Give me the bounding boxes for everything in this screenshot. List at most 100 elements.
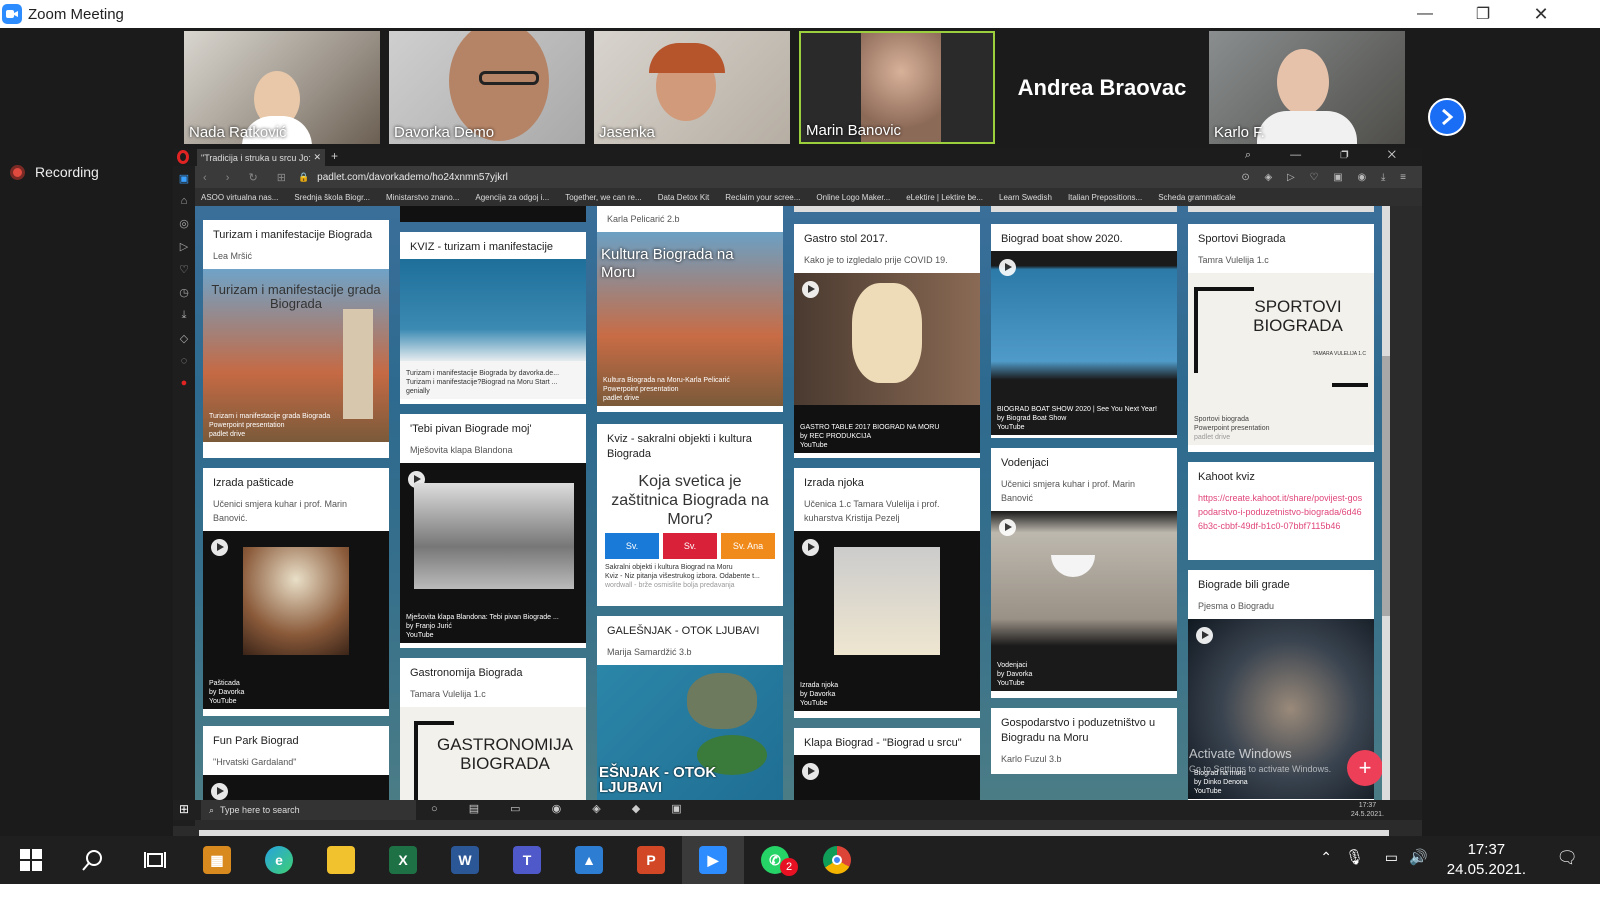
- search-box[interactable]: ⌕ Type here to search: [201, 800, 416, 820]
- new-tab-icon[interactable]: +: [331, 149, 338, 163]
- post-media[interactable]: BIOGRAD BOAT SHOW 2020 | See You Next Ye…: [991, 251, 1177, 435]
- post-card[interactable]: Klapa Biograd - "Biograd u srcu": [794, 728, 980, 806]
- teams-app[interactable]: T: [496, 836, 558, 884]
- post-card[interactable]: Kahoot kviz https://create.kahoot.it/sha…: [1188, 462, 1374, 560]
- add-post-button[interactable]: +: [1347, 750, 1383, 786]
- post-card[interactable]: Kviz - sakralni objekti i kultura Biogra…: [597, 424, 783, 606]
- post-card[interactable]: Izrada njoka Učenica 1.c Tamara Vulelija…: [794, 468, 980, 718]
- url-text[interactable]: padlet.com/davorkademo/ho24xnmn57yjkrl: [317, 172, 508, 183]
- play-icon[interactable]: [999, 259, 1016, 276]
- bookmark[interactable]: Scheda grammaticale: [1158, 193, 1235, 202]
- photos-app[interactable]: ▲: [558, 836, 620, 884]
- post-media[interactable]: Izrada njoka by Davorka YouTube: [794, 531, 980, 711]
- post-card[interactable]: Gastro stol 2017. Kako je to izgledalo p…: [794, 224, 980, 458]
- post-media[interactable]: Turizam i manifestacije grada Biograda T…: [203, 269, 389, 442]
- whatsapp-icon[interactable]: ◎: [179, 217, 189, 230]
- post-media[interactable]: [794, 755, 980, 806]
- history-icon[interactable]: ◷: [179, 286, 189, 299]
- taskbar-app-icons[interactable]: ○ ▤ ▭ ◉ ◈ ◆ ▣: [431, 802, 696, 815]
- next-participants-button[interactable]: [1428, 98, 1466, 136]
- post-card[interactable]: Gospodarstvo i poduzetništvo u Biogradu …: [991, 708, 1177, 774]
- volume-icon[interactable]: 🔊: [1409, 848, 1428, 866]
- close-button[interactable]: ✕: [1512, 0, 1570, 28]
- post-media[interactable]: Pašticada by Davorka YouTube: [203, 531, 389, 709]
- post-media[interactable]: SPORTOVI BIOGRADA TAMARA VULELIJA 1.C Sp…: [1188, 273, 1374, 445]
- post-card[interactable]: GALEŠNJAK - OTOK LJUBAVI Marija Samardži…: [597, 616, 783, 806]
- post-card-partial[interactable]: [991, 206, 1177, 212]
- bookmark[interactable]: Agencija za odgoj i...: [475, 193, 549, 202]
- post-media[interactable]: GASTRO TABLE 2017 BIOGRAD NA MORU by REC …: [794, 273, 980, 453]
- post-media[interactable]: Vodenjaci by Davorka YouTube: [991, 511, 1177, 691]
- file-explorer-app[interactable]: [310, 836, 372, 884]
- bookmark[interactable]: Italian Prepositions...: [1068, 193, 1142, 202]
- post-card-partial[interactable]: [400, 206, 586, 222]
- post-card-partial[interactable]: [1188, 206, 1374, 212]
- play-icon[interactable]: [1196, 627, 1213, 644]
- record-icon[interactable]: ●: [181, 377, 188, 389]
- bookmark[interactable]: Reclaim your scree...: [725, 193, 800, 202]
- battery-icon[interactable]: ▭: [1385, 849, 1398, 866]
- post-card-partial[interactable]: [794, 206, 980, 212]
- zoom-app[interactable]: ▶: [682, 836, 744, 884]
- microphone-icon[interactable]: 🎙: [1345, 848, 1364, 866]
- send-icon[interactable]: ▷: [180, 240, 188, 253]
- tab-close-icon[interactable]: ✕: [313, 152, 321, 163]
- browser-window-controls[interactable]: ⌕ — ❐ ✕: [1245, 149, 1414, 162]
- windows-start-icon[interactable]: ⊞: [179, 802, 189, 816]
- word-app[interactable]: W: [434, 836, 496, 884]
- bookmark[interactable]: Online Logo Maker...: [816, 193, 890, 202]
- post-media[interactable]: GASTRONOMIJA BIOGRADA: [400, 707, 586, 806]
- bookmark[interactable]: Data Detox Kit: [658, 193, 710, 202]
- play-icon[interactable]: [211, 783, 228, 800]
- bookmark[interactable]: Together, we can re...: [565, 193, 642, 202]
- browser-tab[interactable]: "Tradicija i struka u srcu Jo: ✕: [197, 149, 325, 166]
- system-clock[interactable]: 17:37 24.05.2021.: [1447, 840, 1526, 880]
- store-app[interactable]: ▦: [186, 836, 248, 884]
- play-icon[interactable]: [802, 539, 819, 556]
- bookmark[interactable]: Ministarstvo znano...: [386, 193, 459, 202]
- participant-tile[interactable]: Andrea Braovac: [1004, 31, 1200, 144]
- participant-tile[interactable]: Karlo F.: [1209, 31, 1405, 144]
- post-media[interactable]: Turizam i manifestacije Biograda by davo…: [400, 259, 586, 399]
- notifications-icon[interactable]: 🗨: [1556, 848, 1578, 868]
- post-media[interactable]: EŠNJAK - OTOK LJUBAVI: [597, 665, 783, 806]
- tray-chevron-up-icon[interactable]: ⌃: [1320, 849, 1332, 866]
- post-card[interactable]: 'Tebi pivan Biograde moj' Mješovita klap…: [400, 414, 586, 648]
- heart-icon[interactable]: ♡: [179, 263, 189, 276]
- post-card[interactable]: Vodenjaci Učenici smjera kuhar i prof. M…: [991, 448, 1177, 698]
- post-card[interactable]: Sportovi Biograda Tamra Vulelija 1.c SPO…: [1188, 224, 1374, 452]
- maximize-button[interactable]: ❐: [1454, 0, 1512, 28]
- bookmark[interactable]: Srednja škola Biogr...: [294, 193, 370, 202]
- messenger-icon[interactable]: ▣: [179, 172, 189, 185]
- play-icon[interactable]: [211, 539, 228, 556]
- post-card[interactable]: Fun Park Biograd "Hrvatski Gardaland": [203, 726, 389, 806]
- start-button[interactable]: [0, 836, 62, 884]
- bookmark[interactable]: Learn Swedish: [999, 193, 1052, 202]
- play-icon[interactable]: [802, 763, 819, 780]
- play-icon[interactable]: [999, 519, 1016, 536]
- participant-tile[interactable]: Nada Ratković: [184, 31, 380, 144]
- bookmark[interactable]: ASOO virtualna nas...: [201, 193, 278, 202]
- post-card[interactable]: Izrada pašticade Učenici smjera kuhar i …: [203, 468, 389, 716]
- box-icon[interactable]: ◇: [180, 332, 188, 345]
- participant-tile[interactable]: Jasenka: [594, 31, 790, 144]
- post-card[interactable]: Biograd boat show 2020. BIOGRAD BOAT SHO…: [991, 224, 1177, 438]
- post-card[interactable]: KVIZ - turizam i manifestacije Turizam i…: [400, 232, 586, 404]
- home-icon[interactable]: ⌂: [181, 195, 188, 207]
- edge-app[interactable]: e: [248, 836, 310, 884]
- play-icon[interactable]: [802, 281, 819, 298]
- post-media[interactable]: Kultura Biograda na Moru Kultura Biograd…: [597, 232, 783, 406]
- excel-app[interactable]: X: [372, 836, 434, 884]
- kahoot-link[interactable]: https://create.kahoot.it/share/povijest-…: [1188, 489, 1374, 541]
- participant-tile-active[interactable]: Marin Banovic: [799, 31, 995, 144]
- nav-buttons[interactable]: ‹ › ↻ ⊞: [203, 171, 294, 184]
- minimize-button[interactable]: —: [1396, 0, 1454, 28]
- post-card[interactable]: Karla Pelicarić 2.b Kultura Biograda na …: [597, 206, 783, 412]
- search-button[interactable]: [62, 836, 124, 884]
- toolbar-icons[interactable]: ⊙ ◈ ▷ ♡ ▣ ◉ ⤓ ≡: [1241, 172, 1412, 183]
- whatsapp-app[interactable]: ✆ 2: [744, 836, 806, 884]
- chrome-app[interactable]: [806, 836, 868, 884]
- post-card[interactable]: Gastronomija Biograda Tamara Vulelija 1.…: [400, 658, 586, 806]
- participant-tile[interactable]: Davorka Demo: [389, 31, 585, 144]
- scrollbar[interactable]: [1382, 206, 1390, 806]
